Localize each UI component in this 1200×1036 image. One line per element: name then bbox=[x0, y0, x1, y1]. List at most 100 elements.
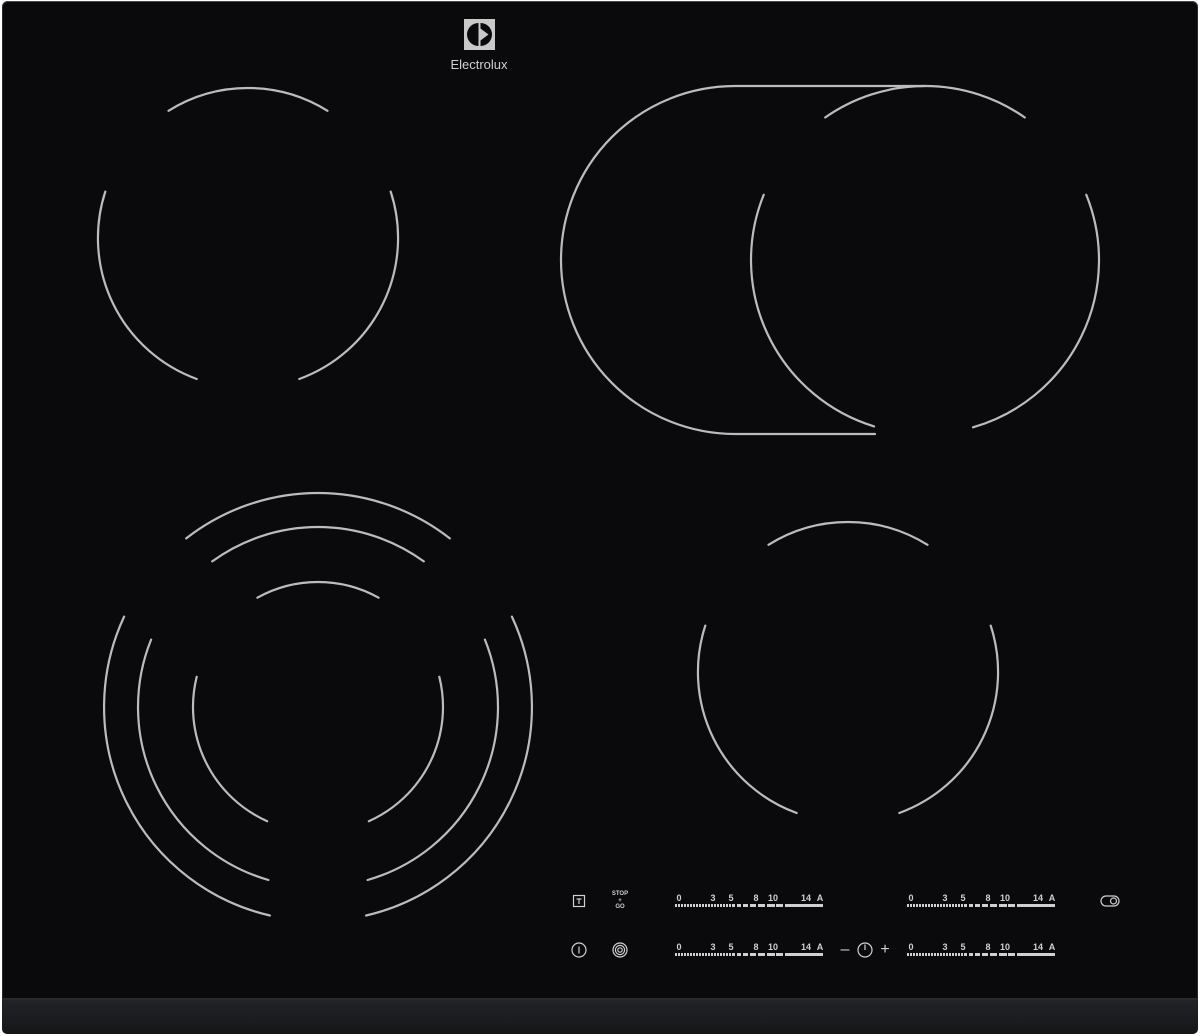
middle-ring-arc-right bbox=[366, 638, 500, 882]
child-lock-button[interactable] bbox=[572, 894, 586, 908]
slider-tick bbox=[714, 953, 716, 956]
slider-tick bbox=[934, 953, 936, 956]
power-button[interactable] bbox=[571, 942, 587, 958]
slider-tick bbox=[785, 953, 823, 956]
power-level-label: A bbox=[816, 942, 824, 952]
slider-tick bbox=[678, 904, 680, 907]
slider-tick bbox=[931, 904, 933, 907]
outer-ring-arc-top bbox=[185, 491, 451, 540]
slider-tick bbox=[785, 904, 823, 907]
cooking-zone-front-left-triple bbox=[102, 491, 534, 917]
slider-tick bbox=[999, 904, 1007, 907]
power-level-label: 3 bbox=[942, 942, 948, 952]
power-slider-track[interactable] bbox=[675, 904, 823, 907]
power-level-label: 14 bbox=[800, 893, 812, 903]
power-level-label: 3 bbox=[942, 893, 948, 903]
power-slider-front-right[interactable]: 0 3 5 8 10 14 A bbox=[907, 943, 1055, 957]
slider-tick bbox=[723, 953, 725, 956]
power-level-label: 0 bbox=[676, 893, 682, 903]
slider-tick bbox=[1017, 904, 1055, 907]
slider-tick bbox=[943, 904, 945, 907]
power-slider-track[interactable] bbox=[907, 953, 1055, 956]
dual-zone-button[interactable] bbox=[612, 942, 628, 958]
slider-tick bbox=[720, 904, 722, 907]
slider-tick bbox=[952, 904, 954, 907]
stop-go-label-bottom: GO bbox=[615, 904, 625, 910]
zone-arc-right bbox=[898, 624, 1000, 815]
timer-minus-button[interactable]: – bbox=[838, 942, 852, 958]
slider-tick bbox=[961, 953, 963, 956]
slider-tick bbox=[955, 904, 957, 907]
slider-tick bbox=[681, 953, 683, 956]
bridge-toggle-button[interactable] bbox=[1100, 895, 1120, 907]
slider-tick bbox=[684, 904, 686, 907]
slider-tick bbox=[702, 953, 704, 956]
slider-tick bbox=[729, 904, 731, 907]
slider-tick bbox=[732, 904, 735, 907]
power-level-label: 3 bbox=[710, 942, 716, 952]
slider-tick bbox=[717, 904, 719, 907]
power-level-label: 5 bbox=[960, 942, 966, 952]
timer-display[interactable] bbox=[857, 942, 873, 958]
power-slider-rear-left[interactable]: 0 3 5 8 10 14 A bbox=[675, 894, 823, 908]
slider-tick bbox=[913, 953, 915, 956]
slider-tick bbox=[946, 904, 948, 907]
timer-plus-button[interactable]: + bbox=[878, 942, 892, 958]
zone-arc-top bbox=[824, 84, 1026, 119]
cooking-zone-rear-right-oval bbox=[559, 84, 1101, 436]
inner-ring-arc-right bbox=[367, 675, 445, 823]
slider-tick bbox=[940, 904, 942, 907]
slider-tick bbox=[681, 904, 683, 907]
slider-tick bbox=[999, 953, 1007, 956]
stop-go-button[interactable]: STOP + GO bbox=[606, 891, 634, 911]
power-level-label: A bbox=[816, 893, 824, 903]
power-level-label: 5 bbox=[728, 893, 734, 903]
slider-tick bbox=[711, 953, 713, 956]
slider-tick bbox=[990, 953, 997, 956]
power-level-label: 14 bbox=[1032, 893, 1044, 903]
zone-arc-top bbox=[167, 86, 329, 112]
power-level-label: 10 bbox=[999, 893, 1011, 903]
inner-ring-arc-top bbox=[256, 580, 380, 599]
slider-tick bbox=[928, 953, 930, 956]
slider-tick bbox=[714, 904, 716, 907]
power-slider-track[interactable] bbox=[675, 953, 823, 956]
slider-tick bbox=[720, 953, 722, 956]
power-level-label: 0 bbox=[908, 942, 914, 952]
slider-tick bbox=[937, 953, 939, 956]
power-level-label: 10 bbox=[767, 893, 779, 903]
slider-tick bbox=[943, 953, 945, 956]
slider-tick bbox=[743, 904, 748, 907]
slider-tick bbox=[990, 904, 997, 907]
slider-tick bbox=[705, 904, 707, 907]
slider-tick bbox=[946, 953, 948, 956]
slider-tick bbox=[934, 904, 936, 907]
slider-tick bbox=[708, 904, 710, 907]
slider-tick bbox=[732, 953, 735, 956]
slider-tick bbox=[975, 904, 980, 907]
slider-tick bbox=[907, 904, 909, 907]
middle-ring-arc-left bbox=[136, 638, 270, 882]
slider-tick bbox=[1008, 904, 1015, 907]
slider-tick bbox=[675, 953, 677, 956]
slider-tick bbox=[982, 904, 988, 907]
slider-tick bbox=[729, 953, 731, 956]
slider-tick bbox=[937, 904, 939, 907]
bridge-toggle-icon bbox=[1100, 895, 1120, 907]
slider-tick bbox=[678, 953, 680, 956]
slider-tick bbox=[723, 904, 725, 907]
power-level-label: 3 bbox=[710, 893, 716, 903]
slider-tick bbox=[913, 904, 915, 907]
inner-ring-arc-left bbox=[191, 675, 269, 823]
slider-tick bbox=[919, 953, 921, 956]
clock-icon bbox=[857, 942, 873, 958]
power-slider-track[interactable] bbox=[907, 904, 1055, 907]
lock-icon bbox=[572, 894, 586, 908]
slider-tick bbox=[687, 904, 689, 907]
power-level-label: 0 bbox=[676, 942, 682, 952]
power-slider-front-left[interactable]: 0 3 5 8 10 14 A bbox=[675, 943, 823, 957]
power-slider-rear-right[interactable]: 0 3 5 8 10 14 A bbox=[907, 894, 1055, 908]
middle-ring-arc-top bbox=[211, 526, 425, 563]
power-scale: 0 3 5 8 10 14 A bbox=[675, 943, 823, 952]
power-level-label: 14 bbox=[800, 942, 812, 952]
